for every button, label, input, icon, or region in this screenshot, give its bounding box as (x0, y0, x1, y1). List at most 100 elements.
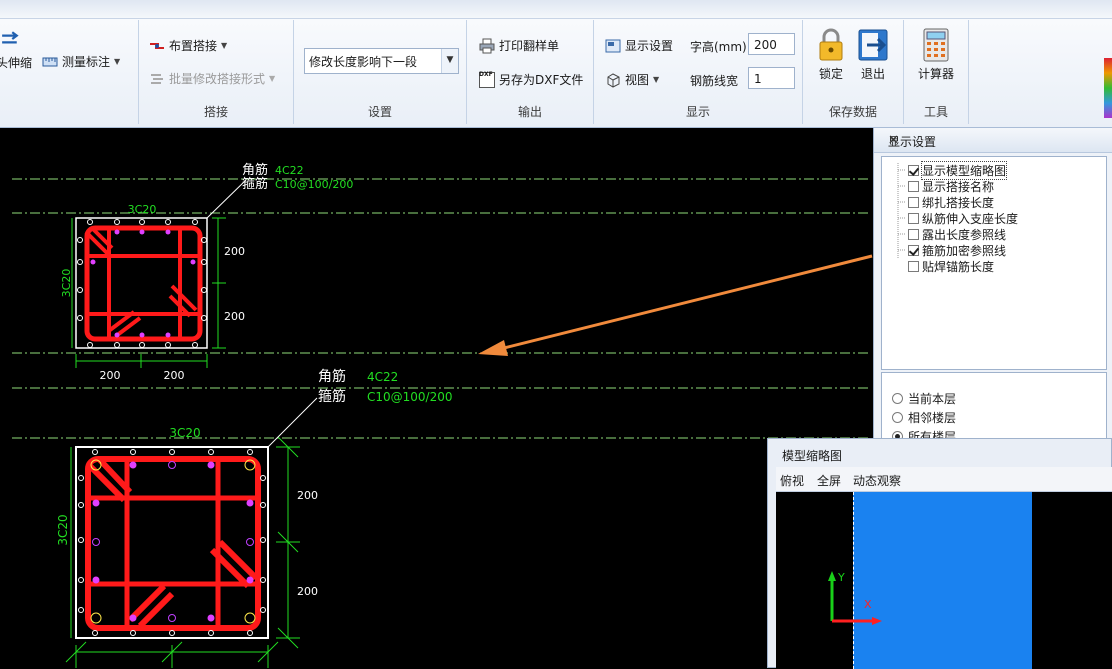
ribbon-group-tools: 计算器 工具 (904, 20, 969, 124)
section1-leader-line (206, 179, 247, 219)
calculator-button[interactable]: 计算器 (912, 28, 960, 82)
ribbon-group-output: 打印翻样单 DXF 另存为DXF文件 输出 (467, 20, 594, 124)
section2-top-bars-label: 3C20 (169, 426, 200, 440)
checkbox-checked-icon[interactable] (908, 244, 919, 256)
chevron-down-icon: ▼ (269, 74, 276, 83)
section1-dim-bottom-1: 200 (100, 369, 121, 382)
section2-inner-stirrup-v (124, 456, 221, 631)
column-section-1[interactable]: 3C20 3C20 200 200 200 200 角筋 4C22 箍筋 C10… (60, 162, 353, 382)
lock-button[interactable]: 锁定 (813, 28, 849, 82)
length-mode-dropdown[interactable]: 修改长度影响下一段 ▼ (304, 48, 459, 74)
chevron-down-icon: ▼ (221, 41, 228, 50)
rebar-width-input[interactable]: 1 (748, 67, 795, 89)
length-mode-value: 修改长度影响下一段 (309, 55, 418, 69)
radio-label: 相邻楼层 (908, 411, 957, 425)
view-cube-icon (607, 72, 620, 88)
exit-label: 退出 (860, 67, 885, 81)
ribbon-toolbar: 头伸缩 测量标注 ▼ 布置搭接 ▼ 批量修改搭接形式 ▼ 搭接 修改长度影响下一… (0, 0, 1112, 128)
dxf-file-icon: DXF (479, 71, 495, 88)
radio-icon[interactable] (892, 412, 903, 423)
calculator-label: 计算器 (917, 67, 954, 81)
printer-icon (479, 38, 495, 53)
close-icon[interactable]: ✕ (888, 133, 1103, 148)
section2-corner-bars (90, 459, 256, 624)
font-height-input[interactable]: 200 (748, 33, 795, 55)
option-label: 显示模型缩略图 (920, 160, 1008, 180)
section1-outer-stirrup (84, 225, 203, 342)
section1-dim-bottom-2: 200 (164, 369, 185, 382)
section1-top-bars-label: 3C20 (128, 203, 157, 216)
measure-button[interactable]: 测量标注 ▼ (42, 53, 120, 70)
section1-inner-stirrup-h (85, 254, 202, 316)
checkbox-icon[interactable] (908, 196, 919, 208)
display-settings-button[interactable]: 显示设置 (605, 37, 673, 54)
option-tie-lap-length[interactable]: 绑扎搭接长度 (908, 194, 994, 210)
model-thumbnail-panel: 模型缩略图 俯视 全屏 动态观察 Y X (767, 438, 1112, 669)
section2-outline (75, 446, 269, 639)
display-settings-panel: 显示设置 ✕ 显示模型缩略图 显示搭接名称 绑扎搭接长度 纵筋伸入支座长度 露出… (873, 128, 1112, 461)
axis-x-label: X (864, 598, 872, 611)
section2-hooks (87, 457, 259, 629)
tab-top-view[interactable]: 俯视 (780, 472, 804, 489)
column-section-2[interactable]: 3C20 3C20 200 200 角筋 4C22 箍筋 C10@100/200 (56, 368, 453, 668)
section1-corner-value: 4C22 (275, 164, 304, 177)
checkbox-icon[interactable] (908, 180, 919, 192)
section2-longitudinal-bars (92, 461, 254, 622)
section2-stirrup-value: C10@100/200 (367, 390, 453, 404)
axis-gizmo-icon: Y X (828, 571, 882, 625)
chevron-down-icon: ▼ (653, 75, 660, 84)
chevron-down-icon[interactable]: ▼ (441, 49, 458, 73)
option-weld-anchor-length[interactable]: 贴焊锚筋长度 (908, 258, 994, 274)
measure-label: 测量标注 (62, 55, 111, 69)
option-exposed-length-line[interactable]: 露出长度参照线 (908, 226, 1006, 242)
batch-modify-lap-button[interactable]: 批量修改搭接形式 ▼ (149, 70, 275, 87)
exit-icon (858, 29, 888, 61)
tab-orbit[interactable]: 动态观察 (853, 472, 901, 489)
option-label: 贴焊锚筋长度 (922, 259, 995, 274)
group-label-settings: 设置 (367, 105, 392, 119)
batch-lap-icon (151, 73, 163, 84)
exit-button[interactable]: 退出 (855, 28, 891, 82)
option-label: 绑扎搭接长度 (922, 195, 995, 210)
thumbnail-viewport[interactable]: Y X (776, 492, 1112, 669)
axis-y-label: Y (837, 571, 845, 584)
batch-modify-label: 批量修改搭接形式 (169, 72, 266, 86)
chevron-down-icon: ▼ (114, 57, 121, 66)
lock-icon (819, 28, 843, 61)
group-label-display: 显示 (685, 105, 710, 119)
option-label: 露出长度参照线 (922, 227, 1007, 242)
checkbox-checked-icon[interactable] (908, 164, 919, 176)
radio-adjacent-floors[interactable]: 相邻楼层 (892, 409, 956, 426)
checkbox-icon[interactable] (908, 212, 919, 224)
tab-full-screen[interactable]: 全屏 (817, 472, 841, 489)
option-anchorage-length[interactable]: 纵筋伸入支座长度 (908, 210, 1018, 226)
radio-icon[interactable] (892, 393, 903, 404)
stretch-label: 头伸缩 (0, 56, 33, 70)
thumbnail-title: 模型缩略图 (782, 449, 843, 463)
save-dxf-label: 另存为DXF文件 (499, 73, 584, 87)
section2-rebar-dots (78, 449, 266, 636)
section1-outline (75, 217, 208, 349)
option-show-lap-name[interactable]: 显示搭接名称 (908, 178, 994, 194)
ribbon-tab-strip (0, 0, 1112, 19)
section2-corner-value: 4C22 (367, 370, 398, 384)
radio-label: 当前本层 (908, 392, 957, 406)
ruler-icon (42, 57, 58, 66)
section2-dim-right-2: 200 (297, 585, 318, 598)
lock-label: 锁定 (818, 67, 843, 81)
checkbox-icon[interactable] (908, 260, 919, 272)
view-button[interactable]: 视图 ▼ (605, 71, 659, 88)
section2-stirrup-label: 箍筋 (318, 388, 346, 405)
ribbon-group-settings: 修改长度影响下一段 ▼ 设置 (294, 20, 467, 124)
option-stirrup-densify-line[interactable]: 箍筋加密参照线 (908, 242, 1006, 258)
color-swatch-edge[interactable] (1104, 58, 1112, 118)
option-show-model-thumbnail[interactable]: 显示模型缩略图 (908, 160, 1008, 180)
section2-leader-line (267, 397, 318, 448)
calculator-icon (923, 28, 949, 62)
print-sheet-button[interactable]: 打印翻样单 (479, 37, 559, 54)
radio-current-floor[interactable]: 当前本层 (892, 390, 956, 407)
save-dxf-button[interactable]: DXF 另存为DXF文件 (479, 71, 583, 88)
panel-title-bar: 显示设置 ✕ (874, 128, 1112, 153)
place-lap-button[interactable]: 布置搭接 ▼ (149, 37, 227, 54)
checkbox-icon[interactable] (908, 228, 919, 240)
